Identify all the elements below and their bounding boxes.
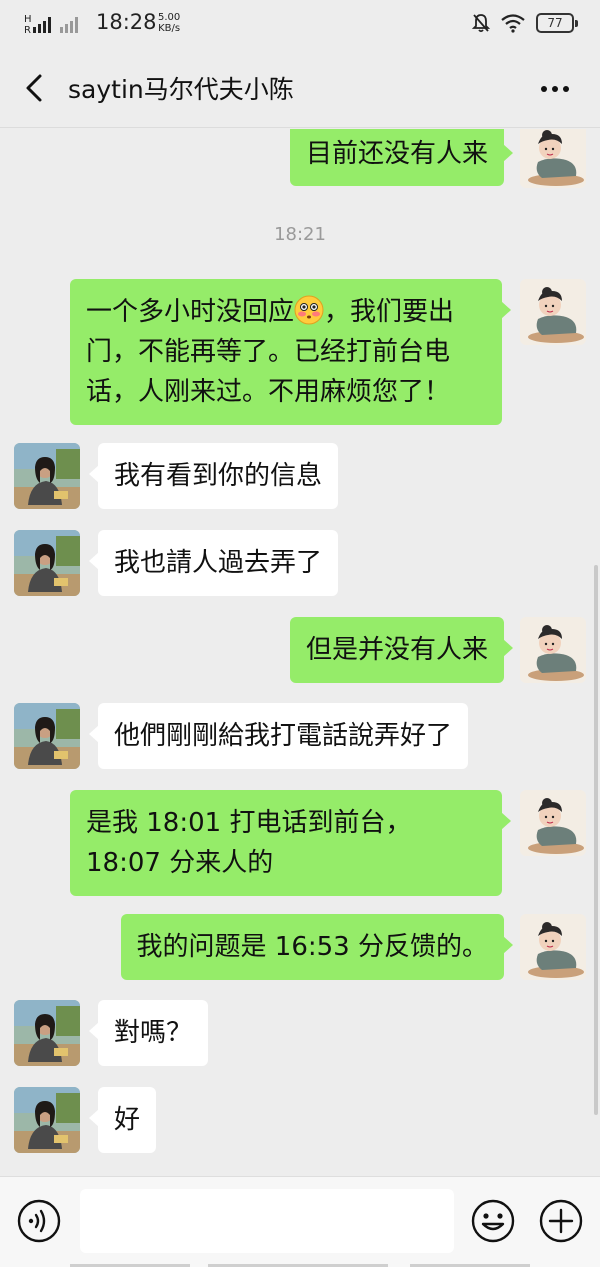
status-bar: H R 18:28 5.00 KB/s 77 [0, 0, 600, 48]
contact-avatar[interactable] [14, 1087, 80, 1153]
chat-title: saytin马尔代夫小陈 [68, 75, 294, 104]
my-avatar[interactable] [520, 279, 586, 345]
status-time: 18:28 [96, 10, 157, 34]
svg-text:R: R [24, 25, 31, 34]
my-avatar[interactable] [520, 129, 586, 188]
battery-indicator: 77 [536, 13, 578, 33]
message-bubble-received[interactable]: 他們剛剛給我打電話說弄好了 [88, 703, 469, 769]
svg-text:H: H [24, 14, 32, 25]
message-bubble-sent[interactable]: 我的问题是 16:53 分反馈的。 [120, 914, 514, 980]
more-dots-icon[interactable] [538, 72, 572, 106]
contact-avatar[interactable] [14, 703, 80, 769]
contact-avatar[interactable] [14, 530, 80, 596]
message-input[interactable] [80, 1189, 454, 1253]
chat-header: saytin马尔代夫小陈 [0, 48, 600, 128]
flushed-face-emoji [294, 295, 324, 325]
wifi-icon [501, 14, 525, 33]
bell-muted-icon [472, 14, 490, 33]
message-bubble-received[interactable]: 我有看到你的信息 [88, 443, 339, 509]
message-bubble-sent[interactable]: 但是并没有人来 [289, 617, 514, 683]
smiley-icon[interactable] [470, 1198, 516, 1244]
home-indicator [0, 1263, 600, 1267]
message-bubble-sent[interactable]: 目前还没有人来 [289, 129, 514, 186]
my-avatar[interactable] [520, 790, 586, 856]
message-text: 一个多小时没回应 [86, 297, 295, 327]
chat-timestamp: 18:21 [274, 224, 326, 245]
plus-icon[interactable] [538, 1198, 584, 1244]
message-bubble-received[interactable]: 我也請人過去弄了 [88, 530, 339, 596]
chevron-left-icon[interactable] [18, 68, 54, 108]
message-bubble-sent[interactable]: 一个多小时没回应 ，我们要出门，不能再等了。已经打前台电话，人刚来过。不用麻烦您… [70, 279, 511, 425]
message-bubble-sent[interactable]: 是我 18:01 打电话到前台，18:07 分来人的 [70, 790, 511, 896]
message-input-bar [0, 1176, 600, 1267]
network-speed-value: 5.00 [158, 12, 181, 23]
network-speed-unit: KB/s [158, 23, 181, 34]
message-bubble-received[interactable]: 對嗎？ [88, 1000, 209, 1066]
contact-avatar[interactable] [14, 443, 80, 509]
contact-avatar[interactable] [14, 1000, 80, 1066]
my-avatar[interactable] [520, 914, 586, 980]
chat-scrollbar[interactable] [594, 565, 598, 1115]
message-bubble-received[interactable]: 好 [88, 1087, 157, 1153]
signal-icon: H R [24, 14, 78, 34]
chat-message-list[interactable]: 目前还没有人来 18:21 一个多小时没回应 ，我们要出门，不能再等了。已经打前… [0, 129, 600, 1175]
network-speed: 5.00 KB/s [158, 12, 180, 34]
voice-icon[interactable] [16, 1198, 62, 1244]
my-avatar[interactable] [520, 617, 586, 683]
